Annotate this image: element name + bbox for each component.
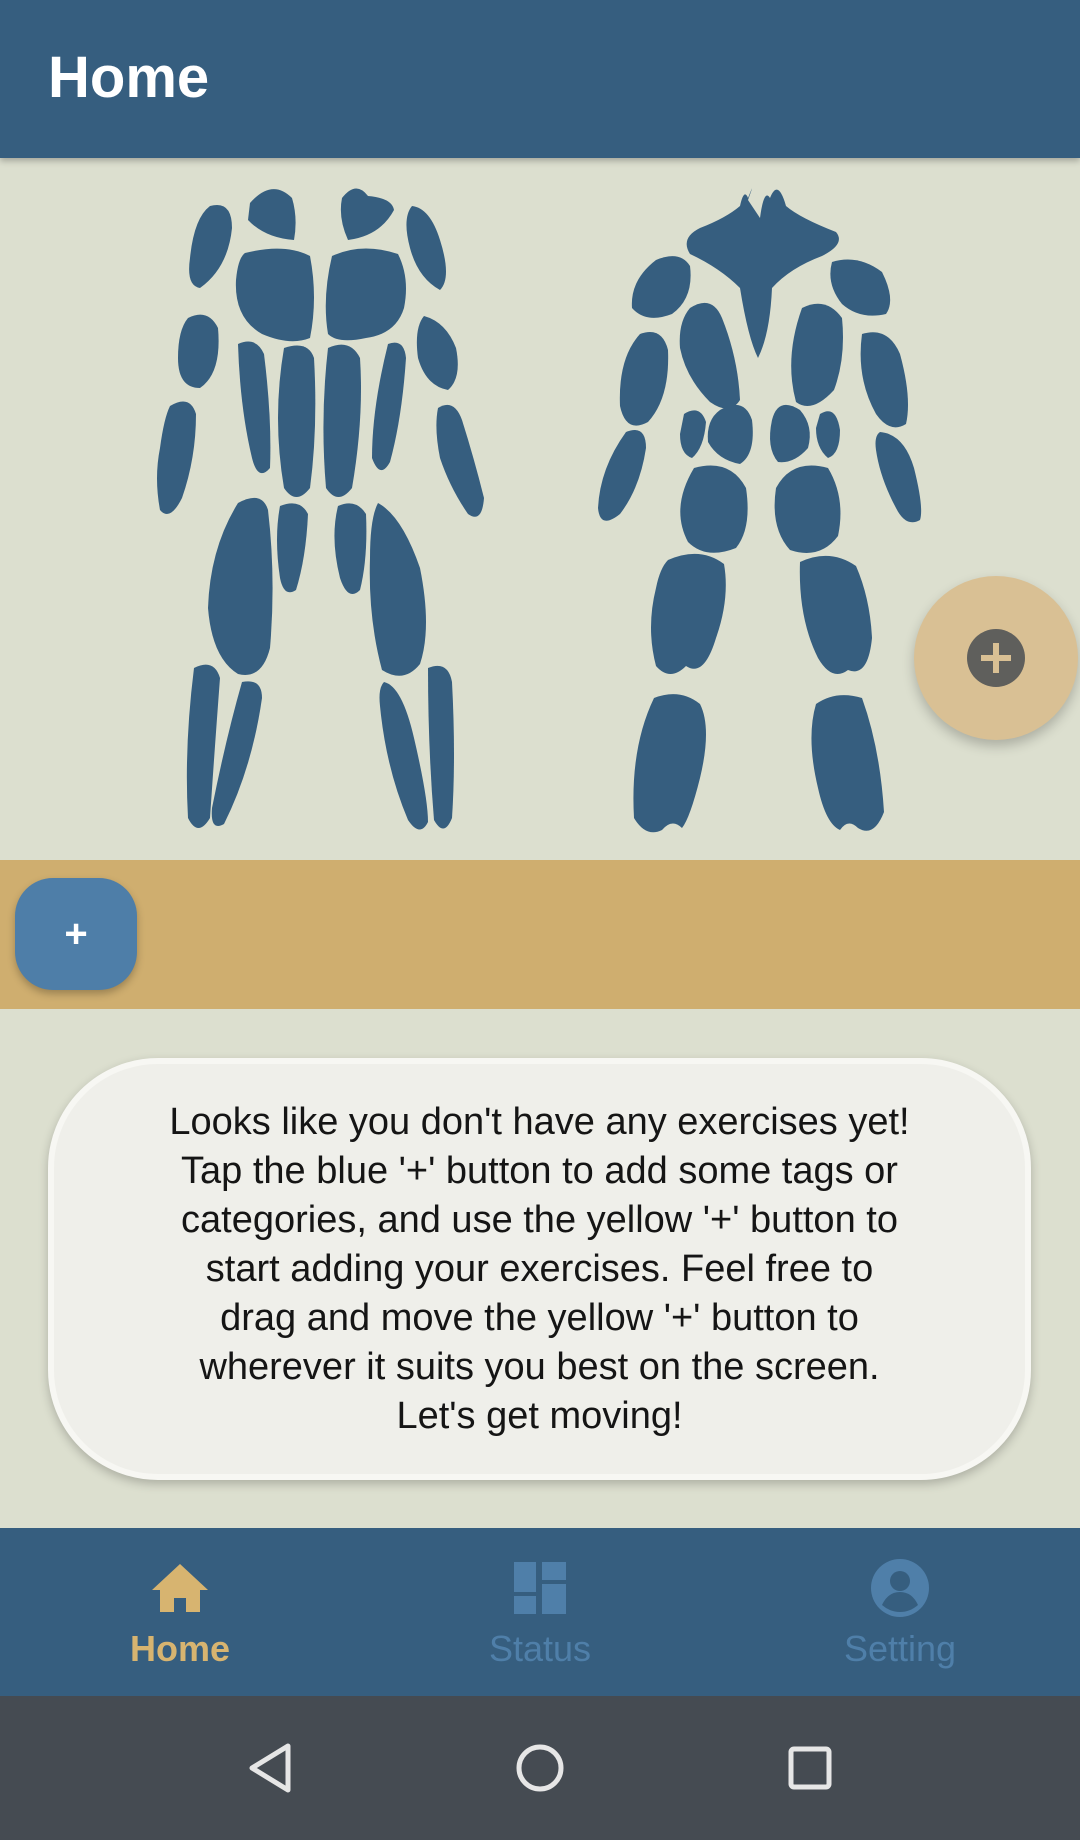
nav-item-home[interactable]: Home	[0, 1528, 360, 1696]
add-exercise-fab[interactable]	[914, 576, 1078, 740]
back-triangle-icon[interactable]	[249, 1743, 291, 1793]
front-trap-right[interactable]	[340, 188, 394, 240]
front-forearm-left[interactable]	[157, 401, 196, 515]
back-delt-right[interactable]	[830, 259, 891, 316]
front-pec-left[interactable]	[235, 248, 314, 342]
back-lat-right[interactable]	[816, 411, 840, 458]
back-hamstring-right[interactable]	[799, 555, 872, 674]
back-tricep-left[interactable]	[619, 332, 669, 426]
front-bicep-left[interactable]	[178, 314, 219, 388]
back-forearm-right[interactable]	[875, 432, 922, 523]
empty-state-message: Looks like you don't have any exercises …	[169, 1100, 910, 1437]
front-bicep-right[interactable]	[416, 316, 458, 390]
add-tag-button[interactable]: +	[15, 878, 137, 990]
body-map	[0, 158, 1080, 860]
front-abs-left[interactable]	[278, 345, 316, 497]
back-delt-left[interactable]	[631, 256, 691, 318]
back-calf-right[interactable]	[811, 695, 884, 831]
back-calf-left[interactable]	[633, 694, 706, 833]
dashboard-icon	[514, 1562, 566, 1614]
back-glute-left[interactable]	[680, 465, 748, 553]
back-tricep-right[interactable]	[860, 332, 908, 428]
back-rhomboid-left[interactable]	[679, 302, 740, 409]
front-quad-right[interactable]	[369, 503, 426, 676]
front-shin-right-inner[interactable]	[379, 682, 429, 830]
tag-strip	[0, 860, 1080, 1009]
front-shin-right-outer[interactable]	[428, 665, 454, 829]
front-forearm-right[interactable]	[436, 404, 484, 517]
front-oblique-left[interactable]	[238, 341, 271, 474]
app-bar: Home	[0, 0, 1080, 158]
front-oblique-right[interactable]	[372, 342, 406, 471]
account-circle-icon	[871, 1559, 929, 1617]
bottom-nav: Home Status Setting	[0, 1528, 1080, 1696]
back-forearm-left[interactable]	[598, 430, 646, 521]
back-glute-right[interactable]	[774, 465, 841, 553]
front-pec-right[interactable]	[325, 248, 406, 341]
front-abs-right[interactable]	[323, 344, 361, 497]
home-icon	[152, 1564, 208, 1612]
front-adductor-right[interactable]	[334, 503, 367, 594]
nav-item-label: Status	[488, 1628, 592, 1669]
nav-item-setting[interactable]: Setting	[720, 1528, 1080, 1696]
back-rhomboid-right[interactable]	[791, 303, 843, 406]
front-delt-left[interactable]	[189, 204, 232, 288]
plus-circle-icon	[967, 629, 1025, 687]
front-trap-left[interactable]	[248, 189, 296, 240]
nav-item-label: Home	[129, 1628, 231, 1669]
back-lower-right[interactable]	[770, 404, 810, 463]
front-shin-left-inner[interactable]	[211, 681, 262, 826]
front-delt-right[interactable]	[406, 206, 446, 290]
back-lat-left[interactable]	[680, 410, 706, 458]
back-lower-left[interactable]	[707, 404, 753, 464]
back-hamstring-left[interactable]	[651, 553, 726, 674]
page-title: Home	[48, 45, 210, 110]
home-circle-icon[interactable]	[516, 1744, 564, 1792]
front-adductor-left[interactable]	[277, 503, 308, 593]
system-nav-bar	[0, 1696, 1080, 1840]
nav-item-label: Setting	[843, 1628, 957, 1669]
empty-state-card: Looks like you don't have any exercises …	[48, 1058, 1031, 1480]
front-quad-left[interactable]	[208, 497, 273, 675]
front-muscle-figure[interactable]	[157, 188, 484, 830]
recents-square-icon[interactable]	[788, 1746, 832, 1790]
back-muscle-figure[interactable]	[598, 188, 922, 833]
nav-item-status[interactable]: Status	[360, 1528, 720, 1696]
